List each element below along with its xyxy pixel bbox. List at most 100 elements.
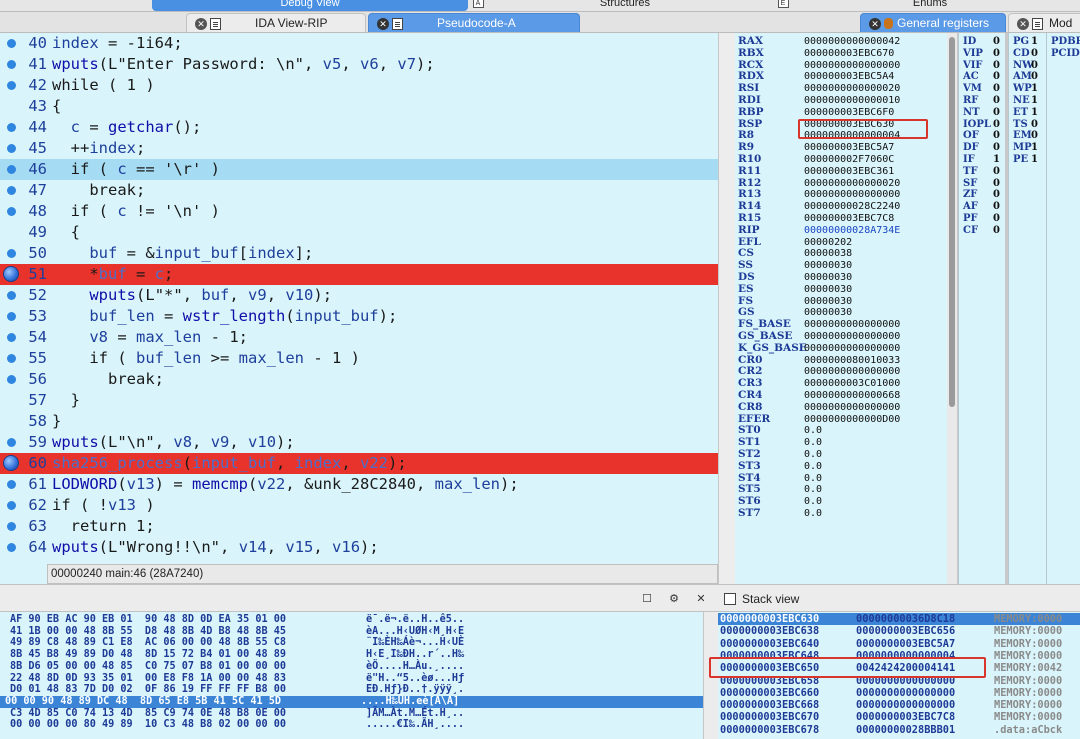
code-text[interactable]: break;	[52, 180, 145, 201]
hex-ascii[interactable]: ¨I‰ÈH‰Áè¬...H‹UÈ	[366, 637, 464, 649]
register-value[interactable]: 0000000000000000	[804, 60, 900, 71]
flag-value[interactable]: 0	[1031, 71, 1038, 83]
register-value[interactable]: 0.0	[804, 425, 822, 436]
stack-value[interactable]: 0000000003EBC7C8	[856, 711, 955, 723]
flag-vif[interactable]: VIF 0	[963, 60, 1000, 72]
stack-memory-ref[interactable]: MEMORY:0000	[994, 699, 1062, 711]
close-icon[interactable]: ✕	[694, 592, 708, 606]
code-text[interactable]: wputs(L"Enter Password: \n", v5, v6, v7)…	[52, 54, 435, 75]
stack-address[interactable]: 0000000003EBC638	[720, 625, 819, 637]
flag-tf[interactable]: TF 0	[963, 166, 1000, 178]
code-text[interactable]: while ( 1 )	[52, 75, 155, 96]
hex-bytes[interactable]: 00 00 00 00 80 49 89 10 C3 48 B8 02 00 0…	[10, 719, 286, 731]
register-row-r15[interactable]: R15 000000003EBC7C8	[738, 212, 894, 225]
hex-bytes[interactable]: 22 48 8D 0D 93 35 01 00 E8 F8 1A 00 00 4…	[10, 673, 286, 685]
register-row-rsi[interactable]: RSI 0000000000000020	[738, 82, 900, 95]
flag-value[interactable]: 0	[993, 71, 1000, 83]
register-value[interactable]: 000000003EBC7C8	[804, 213, 894, 224]
flag-pg[interactable]: PG 1	[1013, 36, 1038, 48]
stack-row[interactable]: 0000000003EBC678 00000000028BBB01 .data:aC…	[718, 724, 1080, 736]
register-value[interactable]: 0000000000000000	[804, 189, 900, 200]
scrollbar-thumb[interactable]	[949, 37, 955, 407]
hex-row[interactable]: 00 00 90 48 89 DC 48 8D 65 E8 5B 41 5C 4…	[0, 695, 703, 708]
register-row-efer[interactable]: EFER 0000000000000D00	[738, 413, 900, 426]
stack-address[interactable]: 0000000003EBC668	[720, 699, 819, 711]
register-row-cr3[interactable]: CR3 0000000003C01000	[738, 377, 900, 390]
tab-general-registers[interactable]: ✕ General registers	[860, 13, 1006, 32]
stack-memory-ref[interactable]: MEMORY:0000	[994, 613, 1062, 625]
register-row-rbx[interactable]: RBX 000000003EBC670	[738, 47, 894, 60]
flag-value[interactable]: 0	[993, 36, 1000, 48]
register-value[interactable]: 0000000000000000	[804, 331, 900, 342]
flag-em[interactable]: EM 0	[1013, 130, 1038, 142]
code-text[interactable]: buf = &input_buf[index];	[52, 243, 313, 264]
stack-address[interactable]: 0000000003EBC660	[720, 687, 819, 699]
code-line-42[interactable]: 42 while ( 1 )	[0, 75, 718, 96]
code-text[interactable]: v8 = max_len - 1;	[52, 327, 248, 348]
flag-value[interactable]: 0	[1031, 130, 1038, 142]
hex-ascii[interactable]: ....H‰ÜH.eè[A\A]	[361, 696, 459, 708]
close-icon[interactable]: ✕	[377, 17, 389, 30]
code-line-61[interactable]: 61 LODWORD(v13) = memcmp(v22, &unk_28C284…	[0, 474, 718, 495]
register-row-rip[interactable]: RIP 00000000028A734E	[738, 224, 900, 237]
register-value[interactable]: 00000202	[804, 237, 852, 248]
register-value[interactable]: 0000000000000000	[804, 319, 900, 330]
flag-value[interactable]: 0	[993, 95, 1000, 107]
flag-if[interactable]: IF 1	[963, 154, 1000, 166]
code-text[interactable]: {	[52, 222, 80, 243]
register-value[interactable]: 00000030	[804, 260, 852, 271]
register-value[interactable]: 0000000000000D00	[804, 414, 900, 425]
hex-ascii[interactable]: EÐ.Hƒ}Ð..†.ÿÿÿ¸.	[366, 684, 464, 696]
code-text[interactable]: }	[52, 411, 61, 432]
flag-value[interactable]: 0	[993, 130, 1000, 142]
register-value[interactable]: 0000000000000020	[804, 83, 900, 94]
flag-value[interactable]: 0	[1031, 119, 1038, 131]
hex-ascii[interactable]: ]ÃM…Àt.M…Ét.H¸..	[366, 708, 464, 720]
hex-bytes[interactable]: C3 4D 85 C0 74 13 4D 85 C9 74 0E 48 B8 0…	[10, 708, 286, 720]
flag-value[interactable]: 0	[993, 166, 1000, 178]
code-line-55[interactable]: 55 if ( buf_len >= max_len - 1 )	[0, 348, 718, 369]
hex-bytes[interactable]: 00 00 90 48 89 DC 48 8D 65 E8 5B 41 5C 4…	[5, 696, 281, 708]
code-line-59[interactable]: 59 wputs(L"\n", v8, v9, v10);	[0, 432, 718, 453]
register-value[interactable]: 00000000028A734E	[804, 225, 900, 236]
flag-vm[interactable]: VM 0	[963, 83, 1000, 95]
register-row-es[interactable]: ES 00000030	[738, 283, 852, 296]
stack-memory-ref[interactable]: MEMORY:0000	[994, 711, 1062, 723]
code-text[interactable]: sha256_process(input_buf, index, v22);	[52, 453, 407, 474]
flag-pf[interactable]: PF 0	[963, 213, 1000, 225]
hex-ascii[interactable]: H‹E¸I‰ÐH..r´..H‰	[366, 649, 464, 661]
register-row-ss[interactable]: SS 00000030	[738, 259, 852, 272]
register-value[interactable]: 00000038	[804, 248, 852, 259]
code-line-49[interactable]: 49 {	[0, 222, 718, 243]
flag-ac[interactable]: AC 0	[963, 71, 1000, 83]
flag-value[interactable]: 1	[1031, 36, 1038, 48]
register-value[interactable]: 00000030	[804, 307, 852, 318]
flag-value[interactable]: 0	[993, 107, 1000, 119]
code-line-48[interactable]: 48 if ( c != '\n' )	[0, 201, 718, 222]
flag-vip[interactable]: VIP 0	[963, 48, 1000, 60]
register-value[interactable]: 0000000000000000	[804, 366, 900, 377]
code-text[interactable]: if ( c != '\n' )	[52, 201, 220, 222]
code-line-41[interactable]: 41 wputs(L"Enter Password: \n", v5, v6, v…	[0, 54, 718, 75]
stack-memory-ref[interactable]: MEMORY:0000	[994, 650, 1062, 662]
register-row-rdx[interactable]: RDX 000000003EBC5A4	[738, 71, 894, 83]
code-text[interactable]: LODWORD(v13) = memcmp(v22, &unk_28C2840,…	[52, 474, 519, 495]
hex-ascii[interactable]: ë"H..“5..èø...Hƒ	[366, 673, 464, 685]
flag-value[interactable]: 0	[993, 48, 1000, 60]
register-value[interactable]: 0.0	[804, 461, 822, 472]
stack-value[interactable]: 00000000028BBB01	[856, 724, 955, 736]
flag-value[interactable]: 1	[1031, 95, 1038, 107]
flag-wp[interactable]: WP 1	[1013, 83, 1038, 95]
register-row-st7[interactable]: ST7 0.0	[738, 507, 822, 520]
pseudocode-view[interactable]: 40 index = -1i64; 41 wputs(L"Enter Password…	[0, 33, 718, 564]
tab-hex-view-icon[interactable]: A	[470, 0, 490, 11]
code-text[interactable]: break;	[52, 369, 164, 390]
code-text[interactable]: return 1;	[52, 516, 155, 537]
code-line-53[interactable]: 53 buf_len = wstr_length(input_buf);	[0, 306, 718, 327]
flag-value[interactable]: 0	[993, 142, 1000, 154]
stack-memory-ref[interactable]: MEMORY:0042	[994, 662, 1062, 674]
flag-value[interactable]: 0	[1031, 60, 1038, 72]
flag-id[interactable]: ID 0	[963, 36, 1000, 48]
hex-bytes[interactable]: 49 89 C8 48 89 C1 E8 AC 06 00 00 48 8B 5…	[10, 637, 286, 649]
register-row-k_gs_base[interactable]: K_GS_BASE0000000000000000	[738, 342, 900, 355]
